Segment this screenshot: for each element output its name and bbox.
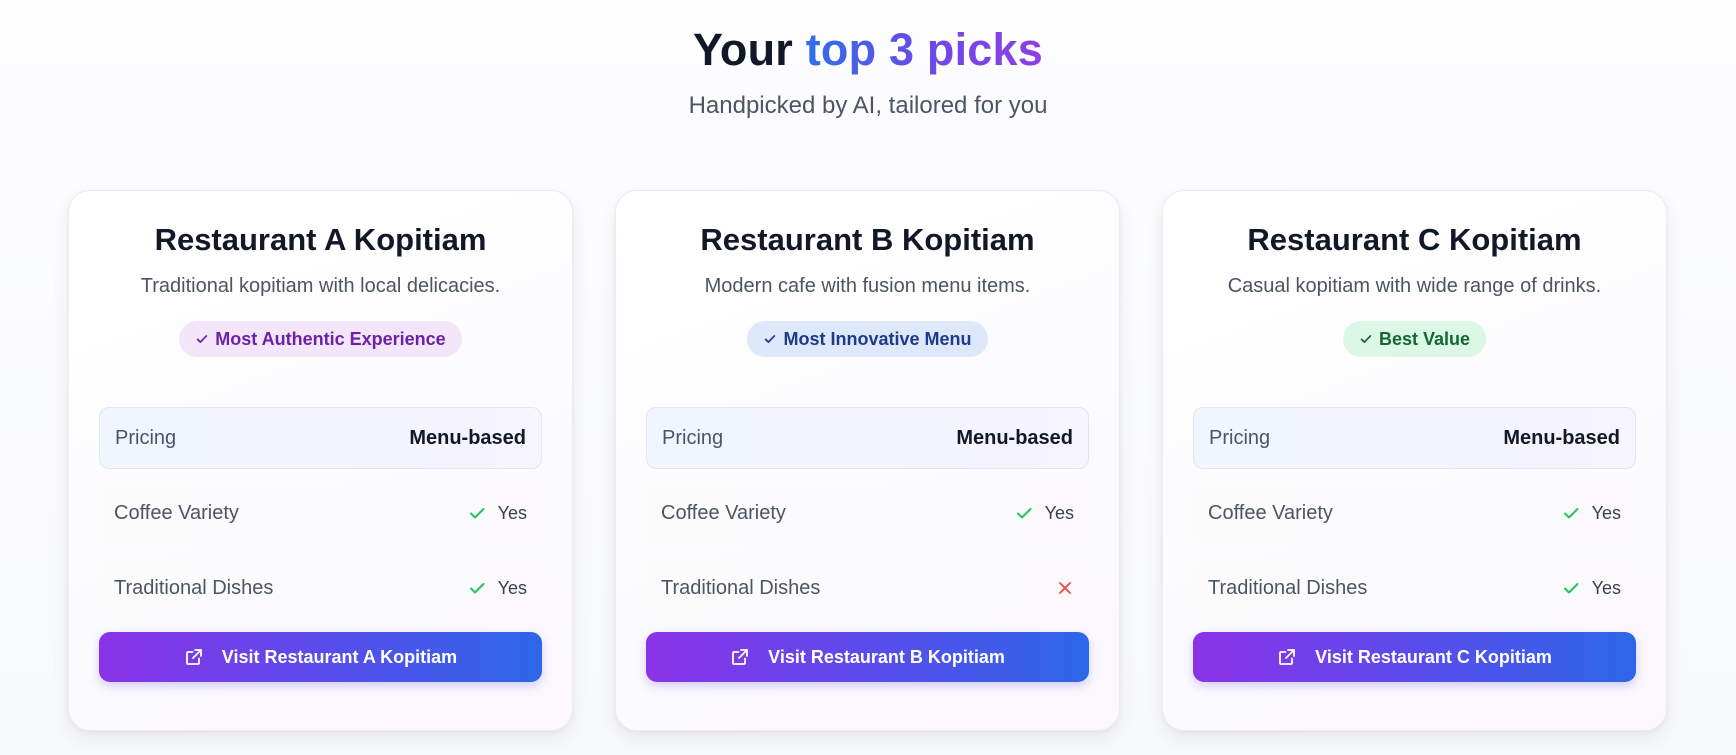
coffee-variety-text: Yes xyxy=(1591,502,1621,523)
card-badge: Best Value xyxy=(1342,321,1487,357)
check-icon xyxy=(1016,508,1032,519)
card-title: Restaurant C Kopitiam xyxy=(1247,222,1582,257)
traditional-dishes-row: Traditional Dishes xyxy=(646,557,1089,619)
coffee-variety-text: Yes xyxy=(497,502,527,523)
external-link-icon xyxy=(732,649,749,665)
card-description: Casual kopitiam with wide range of drink… xyxy=(1227,275,1602,297)
restaurant-card: Restaurant A Kopitiam Traditional kopiti… xyxy=(68,190,573,731)
x-icon xyxy=(1059,582,1071,594)
card-description: Modern cafe with fusion menu items. xyxy=(704,275,1031,297)
title-highlight: top 3 picks xyxy=(805,24,1043,75)
pricing-value: Menu-based xyxy=(409,426,526,449)
pricing-label: Pricing xyxy=(662,426,724,449)
card-title: Restaurant A Kopitiam xyxy=(154,222,487,257)
restaurant-card: Restaurant C Kopitiam Casual kopitiam wi… xyxy=(1162,190,1667,731)
card-title: Restaurant B Kopitiam xyxy=(700,222,1035,257)
visit-restaurant-button[interactable]: Visit Restaurant B Kopitiam xyxy=(646,632,1089,682)
check-icon xyxy=(765,335,776,343)
badge-label: Best Value xyxy=(1378,328,1471,349)
badge-label: Most Authentic Experience xyxy=(215,328,446,349)
check-icon xyxy=(469,583,485,594)
title-prefix: Your xyxy=(693,24,793,75)
visit-button-label: Visit Restaurant B Kopitiam xyxy=(768,646,1005,667)
coffee-variety-value: Yes xyxy=(468,503,527,524)
traditional-dishes-label: Traditional Dishes xyxy=(114,576,274,599)
check-icon xyxy=(1360,335,1372,343)
pricing-row: Pricing Menu-based xyxy=(1193,407,1636,469)
traditional-dishes-text: Yes xyxy=(1591,577,1621,598)
visit-button-label: Visit Restaurant C Kopitiam xyxy=(1315,646,1552,667)
check-icon xyxy=(197,335,208,343)
traditional-dishes-label: Traditional Dishes xyxy=(1208,576,1368,599)
page-header: Your top 3 picks Handpicked by AI, tailo… xyxy=(0,0,1736,121)
external-link-icon xyxy=(185,649,202,665)
visit-button-label: Visit Restaurant A Kopitiam xyxy=(221,646,458,667)
feature-list: Pricing Menu-based Coffee Variety Yes Tr… xyxy=(1193,407,1636,619)
traditional-dishes-value: Yes xyxy=(468,578,527,599)
traditional-dishes-text: Yes xyxy=(497,577,527,598)
pricing-label: Pricing xyxy=(115,426,177,449)
traditional-dishes-value xyxy=(1056,579,1074,597)
card-badge: Most Innovative Menu xyxy=(747,321,988,357)
traditional-dishes-row: Traditional Dishes Yes xyxy=(1193,557,1636,619)
restaurant-card: Restaurant B Kopitiam Modern cafe with f… xyxy=(615,190,1120,731)
page-subtitle: Handpicked by AI, tailored for you xyxy=(688,92,1048,119)
coffee-variety-value: Yes xyxy=(1015,503,1074,524)
coffee-variety-row: Coffee Variety Yes xyxy=(99,482,542,544)
pricing-label: Pricing xyxy=(1209,426,1271,449)
visit-restaurant-button[interactable]: Visit Restaurant C Kopitiam xyxy=(1193,632,1636,682)
coffee-variety-label: Coffee Variety xyxy=(661,501,786,524)
external-link-icon xyxy=(1279,649,1296,665)
card-description: Traditional kopitiam with local delicaci… xyxy=(140,275,501,297)
check-icon xyxy=(1563,508,1579,519)
check-icon xyxy=(469,508,485,519)
card-badge: Most Authentic Experience xyxy=(179,321,462,357)
pricing-value: Menu-based xyxy=(956,426,1073,449)
pricing-row: Pricing Menu-based xyxy=(646,407,1089,469)
page-title: Your top 3 picks xyxy=(0,25,1736,75)
pricing-row: Pricing Menu-based xyxy=(99,407,542,469)
coffee-variety-row: Coffee Variety Yes xyxy=(1193,482,1636,544)
visit-restaurant-button[interactable]: Visit Restaurant A Kopitiam xyxy=(99,632,542,682)
picks-list: Restaurant A Kopitiam Traditional kopiti… xyxy=(68,190,1667,731)
feature-list: Pricing Menu-based Coffee Variety Yes Tr… xyxy=(99,407,542,619)
feature-list: Pricing Menu-based Coffee Variety Yes Tr… xyxy=(646,407,1089,619)
pricing-value: Menu-based xyxy=(1503,426,1620,449)
coffee-variety-label: Coffee Variety xyxy=(114,501,239,524)
coffee-variety-value: Yes xyxy=(1562,503,1621,524)
check-icon xyxy=(1563,583,1579,594)
badge-label: Most Innovative Menu xyxy=(783,328,972,349)
traditional-dishes-row: Traditional Dishes Yes xyxy=(99,557,542,619)
traditional-dishes-value: Yes xyxy=(1562,578,1621,599)
coffee-variety-text: Yes xyxy=(1044,502,1074,523)
coffee-variety-label: Coffee Variety xyxy=(1208,501,1333,524)
traditional-dishes-label: Traditional Dishes xyxy=(661,576,821,599)
coffee-variety-row: Coffee Variety Yes xyxy=(646,482,1089,544)
